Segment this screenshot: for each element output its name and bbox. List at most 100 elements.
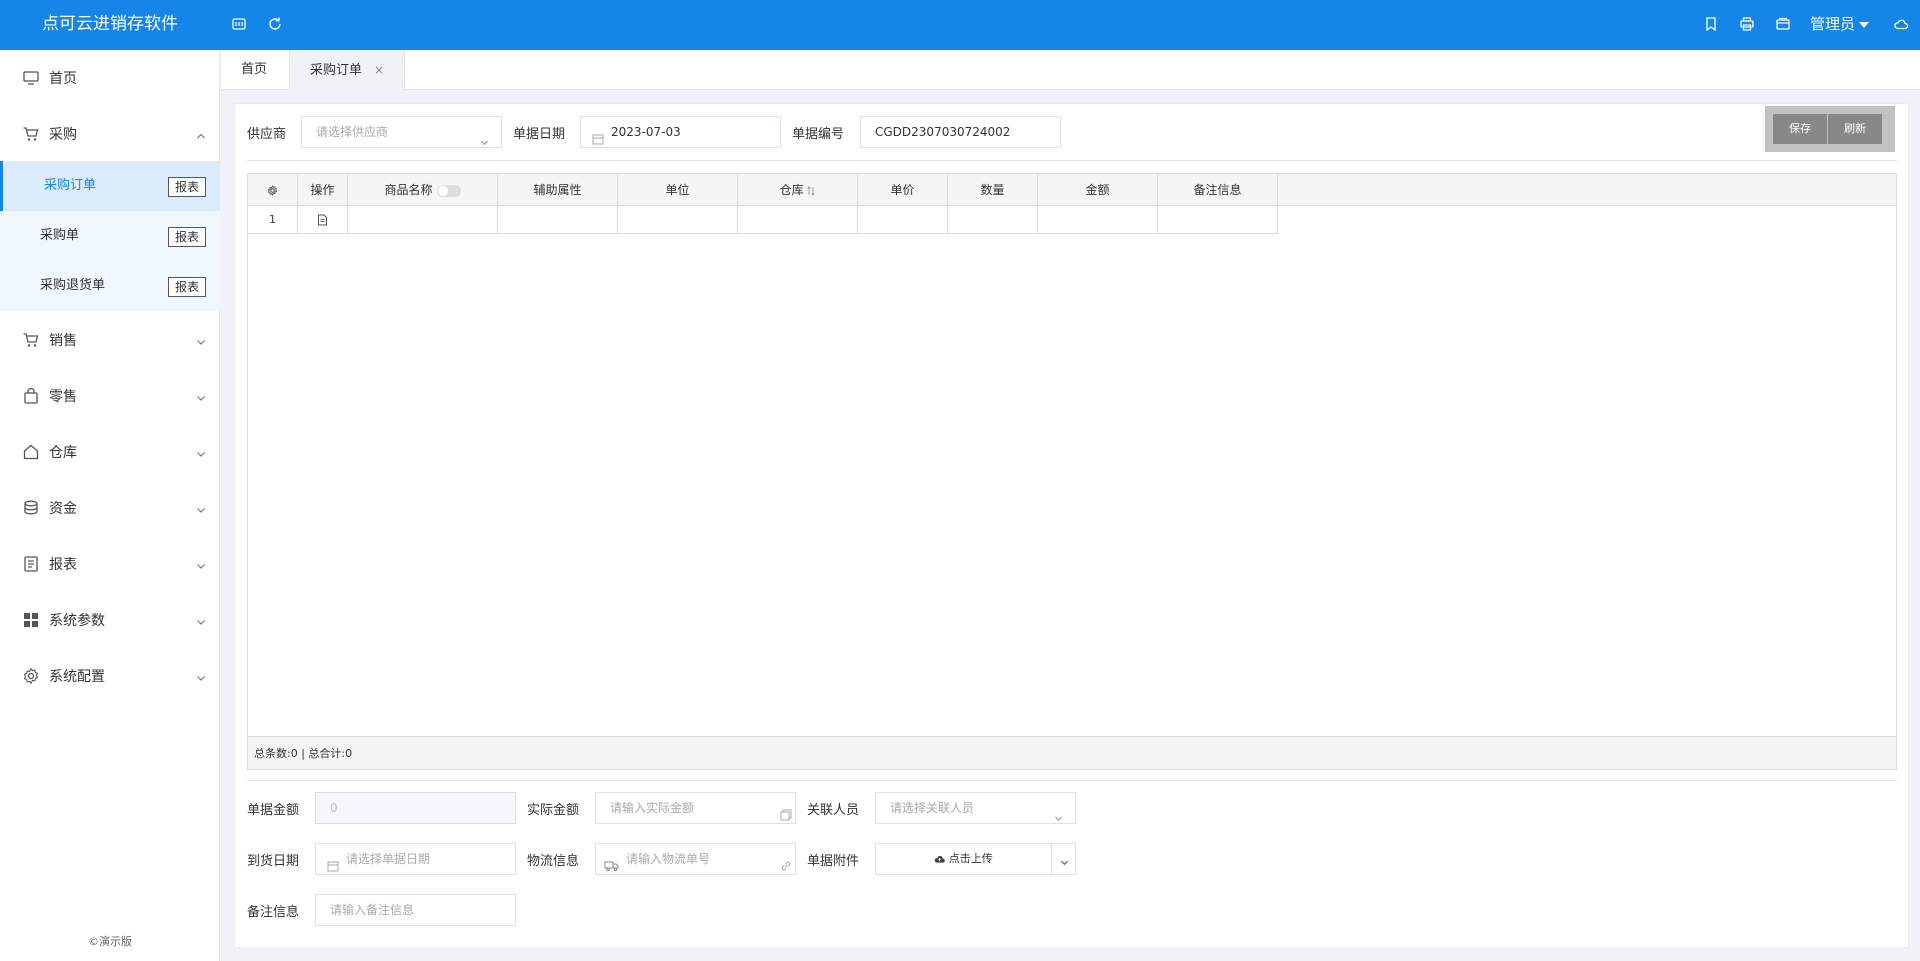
save-button[interactable]: 保存 — [1773, 114, 1827, 144]
date-label: 单据日期 — [513, 127, 566, 142]
cell-attribute[interactable] — [498, 206, 618, 234]
report-button[interactable]: 报表 — [168, 277, 206, 297]
divider — [247, 780, 1897, 781]
amount-value: 0 — [330, 801, 338, 815]
cell-warehouse[interactable] — [738, 206, 858, 234]
sidebar-item-purchase-order[interactable]: 采购订单 报表 — [0, 161, 220, 211]
number-label: 单据编号 — [792, 127, 845, 142]
chevron-down-icon — [480, 128, 489, 146]
tab-bar: 首页 采购订单 × — [221, 50, 1920, 90]
column-header-warehouse: 仓库 — [738, 174, 858, 206]
date-picker[interactable]: 2023-07-03 — [580, 116, 781, 148]
settings-column-header[interactable] — [248, 174, 298, 206]
product-toggle[interactable] — [436, 184, 461, 197]
sidebar-item-label: 采购退货单 — [40, 278, 106, 293]
column-header-label: 仓库 — [779, 183, 804, 197]
sidebar-item-purchase-bill[interactable]: 采购单 报表 — [0, 211, 220, 261]
related-people-placeholder: 请选择关联人员 — [890, 801, 975, 815]
upload-button[interactable]: 点击上传 — [876, 844, 1052, 874]
column-header-remark: 备注信息 — [1158, 174, 1278, 206]
row-action-cell — [298, 206, 348, 234]
cart-icon — [22, 125, 40, 143]
sidebar-item-sales[interactable]: 销售 — [0, 312, 220, 368]
actual-amount-label: 实际金额 — [527, 803, 580, 818]
cloud-icon[interactable] — [1890, 13, 1912, 35]
sidebar-item-label: 首页 — [49, 71, 77, 87]
arrival-date-picker[interactable]: 请选择单据日期 — [315, 843, 516, 875]
gear-icon[interactable] — [267, 183, 278, 197]
tab-label: 采购订单 — [310, 63, 363, 78]
attachment-upload: 点击上传 — [875, 843, 1076, 875]
chevron-down-icon[interactable] — [1060, 855, 1069, 866]
sidebar-item-system-config[interactable]: 系统配置 — [0, 648, 220, 704]
sidebar-item-label: 销售 — [49, 333, 77, 349]
bookmark-icon[interactable] — [1700, 13, 1722, 35]
sort-icon[interactable] — [807, 183, 816, 197]
gear-icon — [22, 667, 40, 685]
printer-icon[interactable] — [1736, 13, 1758, 35]
sidebar-item-home[interactable]: 首页 — [0, 50, 220, 106]
sidebar-item-label: 资金 — [49, 501, 77, 517]
sidebar-item-system-params[interactable]: 系统参数 — [0, 592, 220, 648]
sidebar-item-label: 仓库 — [49, 445, 77, 461]
sidebar-item-reports[interactable]: 报表 — [0, 536, 220, 592]
cell-unit[interactable] — [618, 206, 738, 234]
chevron-down-icon — [196, 671, 206, 681]
copy-icon[interactable] — [780, 802, 792, 821]
number-input[interactable]: CGDD2307030724002 — [860, 116, 1061, 148]
amount-label: 单据金额 — [247, 803, 300, 818]
truck-icon — [604, 853, 619, 872]
report-button[interactable]: 报表 — [168, 177, 206, 197]
related-people-select[interactable]: 请选择关联人员 — [875, 792, 1076, 824]
refresh-button[interactable]: 刷新 — [1828, 114, 1882, 144]
column-header-amount: 金额 — [1038, 174, 1158, 206]
tab-home[interactable]: 首页 — [221, 50, 287, 90]
fullscreen-icon[interactable] — [228, 13, 250, 35]
sidebar-item-retail[interactable]: 零售 — [0, 368, 220, 424]
chevron-up-icon — [196, 129, 206, 139]
document-icon[interactable] — [317, 213, 328, 226]
divider — [247, 160, 1897, 161]
arrival-date-placeholder: 请选择单据日期 — [346, 852, 431, 866]
column-header-attribute: 辅助属性 — [498, 174, 618, 206]
sidebar-item-funds[interactable]: 资金 — [0, 480, 220, 536]
number-value: CGDD2307030724002 — [875, 125, 1011, 139]
sidebar-item-warehouse[interactable]: 仓库 — [0, 424, 220, 480]
document-icon — [22, 555, 40, 573]
sidebar-item-label: 系统配置 — [49, 669, 105, 685]
tab-purchase-order[interactable]: 采购订单 × — [289, 50, 406, 90]
actual-amount-input[interactable]: 请输入实际金额 — [595, 792, 796, 824]
sidebar-item-purchase-return[interactable]: 采购退货单 报表 — [0, 261, 220, 311]
cell-amount[interactable] — [1038, 206, 1158, 234]
refresh-icon[interactable] — [264, 13, 286, 35]
app-title: 点可云进销存软件 — [42, 14, 178, 34]
related-people-label: 关联人员 — [807, 803, 860, 818]
column-header-product: 商品名称 — [348, 174, 498, 206]
chevron-down-icon — [196, 391, 206, 401]
cell-product[interactable] — [348, 206, 498, 234]
demo-label: ©演示版 — [88, 935, 132, 948]
cart-icon — [22, 331, 40, 349]
items-grid: 操作 商品名称 辅助属性 单位 仓库 单价 数量 金额 备注信息 1 总条数:0… — [247, 173, 1897, 770]
house-icon — [22, 443, 40, 461]
supplier-placeholder: 请选择供应商 — [316, 125, 389, 139]
remark-label: 备注信息 — [247, 905, 300, 920]
tab-label: 首页 — [241, 62, 268, 77]
close-icon[interactable]: × — [374, 63, 384, 77]
cloud-upload-icon — [934, 852, 945, 865]
supplier-select[interactable]: 请选择供应商 — [301, 116, 502, 148]
admin-name: 管理员 — [1810, 15, 1856, 33]
sidebar-item-purchase[interactable]: 采购 — [0, 106, 220, 162]
cell-price[interactable] — [858, 206, 948, 234]
remark-input[interactable]: 请输入备注信息 — [315, 894, 516, 926]
calendar-icon — [327, 853, 339, 872]
logistics-input[interactable]: 请输入物流单号 — [595, 843, 796, 875]
link-icon[interactable] — [780, 853, 792, 871]
cell-remark[interactable] — [1158, 206, 1278, 234]
arrival-date-label: 到货日期 — [247, 854, 300, 869]
wallet-icon[interactable] — [1772, 13, 1794, 35]
cell-quantity[interactable] — [948, 206, 1038, 234]
sidebar-item-label: 零售 — [49, 389, 77, 405]
admin-menu[interactable]: 管理员 — [1810, 0, 1870, 48]
report-button[interactable]: 报表 — [168, 227, 206, 247]
